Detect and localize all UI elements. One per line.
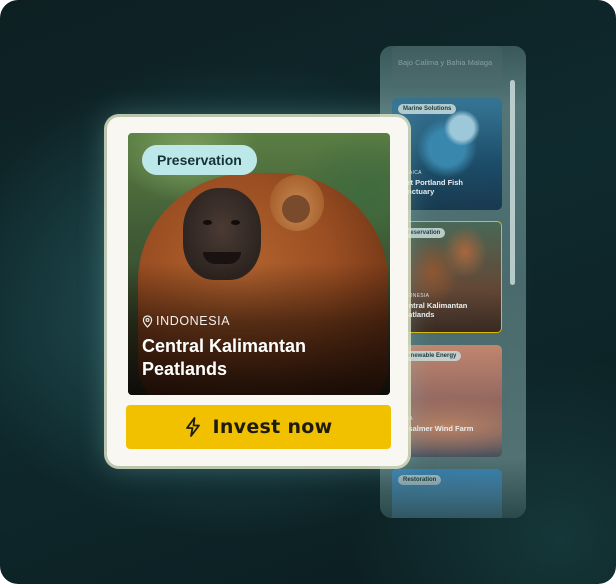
project-title: Central Kalimantan Peatlands (142, 336, 307, 379)
category-tag: Preservation (142, 145, 257, 175)
baby-orangutan (270, 175, 324, 231)
project-card[interactable]: Marine Solutions JAMAICA Port Portland F… (392, 98, 502, 210)
project-card[interactable]: Bajo Calima y Bahia Malaga (392, 46, 502, 88)
project-card-name: Bajo Calima y Bahia Malaga (398, 58, 493, 67)
featured-project-card[interactable]: Preservation INDONESIA Central Kalimanta… (107, 117, 408, 466)
project-card-tag: Marine Solutions (398, 104, 457, 114)
project-card-name: Central Kalimantan Peatlands (399, 301, 468, 319)
project-location: INDONESIA (142, 313, 230, 329)
background: Bajo Calima y Bahia Malaga Marine Soluti… (0, 0, 616, 584)
project-card-tag: Restoration (398, 475, 442, 485)
list-scrollbar[interactable] (510, 80, 515, 285)
country-label: INDONESIA (156, 314, 231, 328)
lightning-bolt-icon (186, 417, 201, 437)
project-card-name: Jaisalmer Wind Farm (398, 424, 474, 433)
invest-now-button[interactable]: Invest now (126, 405, 391, 449)
invest-now-label: Invest now (212, 416, 333, 438)
project-photo: Preservation INDONESIA Central Kalimanta… (128, 133, 390, 395)
project-card-selected[interactable]: Preservation INDONESIA Central Kalimanta… (392, 221, 502, 333)
project-card[interactable]: Restoration (392, 469, 502, 518)
project-card-name: Port Portland Fish Sanctuary (398, 178, 464, 196)
project-card[interactable]: Renewable Energy INDIA Jaisalmer Wind Fa… (392, 345, 502, 457)
location-pin-icon (142, 314, 153, 328)
